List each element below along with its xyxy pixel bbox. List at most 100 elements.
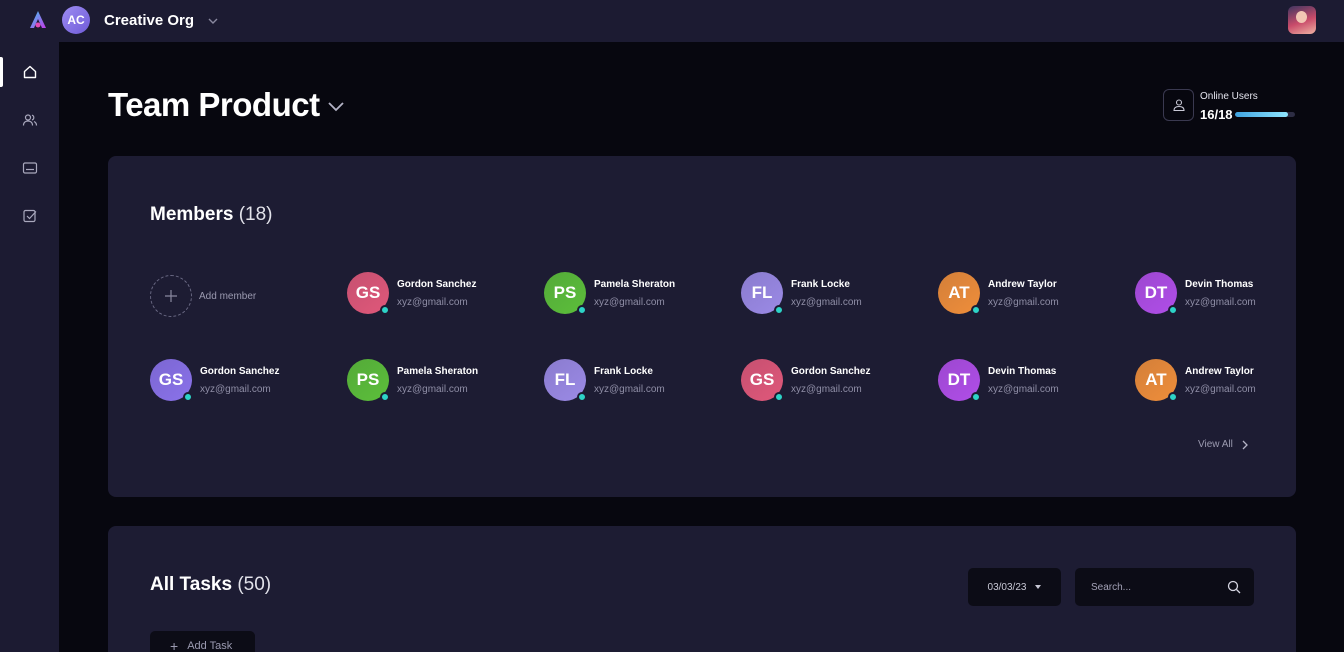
members-count: (18)	[238, 204, 273, 225]
member-name: Gordon Sanchez	[397, 278, 477, 290]
online-users-progress-fill	[1235, 112, 1289, 117]
user-icon	[1172, 99, 1185, 112]
member-avatar[interactable]: AT	[1135, 359, 1178, 402]
member-info: Gordon Sanchez xyz@gmail.com	[200, 366, 279, 395]
member-name: Pamela Sheraton	[594, 278, 676, 290]
member-item[interactable]: PS Pamela Sheraton xyz@gmail.com	[347, 359, 527, 402]
plus-icon	[165, 290, 177, 302]
member-item[interactable]: AT Andrew Taylor xyz@gmail.com	[1135, 359, 1315, 402]
member-avatar[interactable]: GS	[347, 272, 390, 315]
member-item[interactable]: GS Gordon Sanchez xyz@gmail.com	[347, 272, 527, 315]
online-status-dot	[380, 392, 390, 402]
sidebar-item-users[interactable]	[0, 103, 59, 137]
member-avatar[interactable]: GS	[150, 359, 193, 402]
members-title: Members (18)	[150, 204, 273, 226]
member-name: Frank Locke	[594, 365, 653, 377]
sidebar	[0, 42, 59, 652]
online-status-dot	[774, 305, 784, 315]
search-input[interactable]	[1075, 568, 1225, 606]
member-info: Frank Locke xyz@gmail.com	[594, 366, 665, 395]
member-info: Devin Thomas xyz@gmail.com	[1185, 279, 1256, 308]
member-email: xyz@gmail.com	[397, 296, 468, 308]
member-info: Devin Thomas xyz@gmail.com	[988, 366, 1059, 395]
online-status-dot	[1168, 305, 1178, 315]
member-name: Frank Locke	[791, 278, 850, 290]
org-chevron-down-icon[interactable]	[206, 14, 220, 28]
member-avatar[interactable]: GS	[741, 359, 784, 402]
tasks-title: All Tasks (50)	[150, 574, 271, 596]
member-avatar[interactable]: AT	[938, 272, 981, 315]
online-status-dot	[380, 305, 390, 315]
sidebar-item-tasks[interactable]	[0, 199, 59, 233]
members-title-text: Members	[150, 204, 234, 225]
member-name: Andrew Taylor	[1185, 365, 1254, 377]
tasks-card: All Tasks (50) 03/03/23 + Add Task	[108, 526, 1296, 652]
member-info: Pamela Sheraton xyz@gmail.com	[397, 366, 478, 395]
title-chevron-down-icon[interactable]	[326, 96, 346, 116]
member-item[interactable]: FL Frank Locke xyz@gmail.com	[544, 359, 724, 402]
card-icon	[22, 162, 37, 174]
date-select-value: 03/03/23	[987, 581, 1027, 593]
member-name: Pamela Sheraton	[397, 365, 479, 377]
tasks-title-text: All Tasks	[150, 574, 233, 595]
member-email: xyz@gmail.com	[1185, 296, 1256, 308]
member-item[interactable]: FL Frank Locke xyz@gmail.com	[741, 272, 921, 315]
member-info: Gordon Sanchez xyz@gmail.com	[397, 279, 476, 308]
member-avatar[interactable]: FL	[741, 272, 784, 315]
tasks-count: (50)	[237, 574, 272, 595]
member-item[interactable]: PS Pamela Sheraton xyz@gmail.com	[544, 272, 724, 315]
member-avatar[interactable]: DT	[938, 359, 981, 402]
member-info: Frank Locke xyz@gmail.com	[791, 279, 862, 308]
add-member-button[interactable]: Add member	[150, 275, 256, 317]
member-item[interactable]: GS Gordon Sanchez xyz@gmail.com	[741, 359, 921, 402]
app-logo-icon[interactable]	[27, 10, 49, 30]
add-task-button[interactable]: + Add Task	[150, 631, 255, 652]
plus-icon: +	[170, 638, 179, 652]
member-name: Devin Thomas	[988, 365, 1057, 377]
member-info: Pamela Sheraton xyz@gmail.com	[594, 279, 675, 308]
member-name: Devin Thomas	[1185, 278, 1254, 290]
member-email: xyz@gmail.com	[594, 383, 665, 395]
home-icon	[23, 65, 36, 79]
add-member-label: Add member	[199, 290, 257, 302]
member-item[interactable]: AT Andrew Taylor xyz@gmail.com	[938, 272, 1118, 315]
user-avatar[interactable]	[1288, 6, 1316, 34]
member-email: xyz@gmail.com	[200, 383, 271, 395]
member-email: xyz@gmail.com	[791, 296, 862, 308]
member-email: xyz@gmail.com	[988, 383, 1059, 395]
date-select[interactable]: 03/03/23	[968, 568, 1061, 606]
online-status-dot	[774, 392, 784, 402]
search-box[interactable]	[1075, 568, 1254, 606]
member-item[interactable]: DT Devin Thomas xyz@gmail.com	[938, 359, 1118, 402]
online-users-progress	[1235, 112, 1295, 117]
add-member-circle[interactable]	[150, 275, 192, 317]
member-email: xyz@gmail.com	[594, 296, 665, 308]
online-users-icon-box	[1163, 89, 1194, 121]
sidebar-item-home[interactable]	[0, 55, 59, 89]
online-users-label: Online Users	[1200, 91, 1258, 102]
member-avatar[interactable]: DT	[1135, 272, 1178, 315]
member-item[interactable]: GS Gordon Sanchez xyz@gmail.com	[150, 359, 330, 402]
member-info: Andrew Taylor xyz@gmail.com	[988, 279, 1059, 308]
add-task-label: Add Task	[187, 640, 233, 652]
org-avatar[interactable]: AC	[62, 6, 90, 34]
caret-down-icon	[1035, 585, 1042, 589]
member-avatar[interactable]: FL	[544, 359, 587, 402]
member-name: Gordon Sanchez	[791, 365, 871, 377]
member-email: xyz@gmail.com	[791, 383, 862, 395]
member-info: Gordon Sanchez xyz@gmail.com	[791, 366, 870, 395]
member-name: Andrew Taylor	[988, 278, 1057, 290]
view-all-link[interactable]: View All	[1198, 439, 1249, 450]
member-email: xyz@gmail.com	[1185, 383, 1256, 395]
member-avatar[interactable]: PS	[347, 359, 390, 402]
view-all-label: View All	[1198, 439, 1233, 450]
online-status-dot	[1168, 392, 1178, 402]
member-item[interactable]: DT Devin Thomas xyz@gmail.com	[1135, 272, 1315, 315]
org-name[interactable]: Creative Org	[104, 12, 194, 29]
search-icon[interactable]	[1227, 580, 1241, 594]
member-avatar[interactable]: PS	[544, 272, 587, 315]
sidebar-item-cards[interactable]	[0, 151, 59, 185]
online-status-dot	[971, 305, 981, 315]
users-icon	[22, 114, 37, 126]
online-status-dot	[183, 392, 193, 402]
